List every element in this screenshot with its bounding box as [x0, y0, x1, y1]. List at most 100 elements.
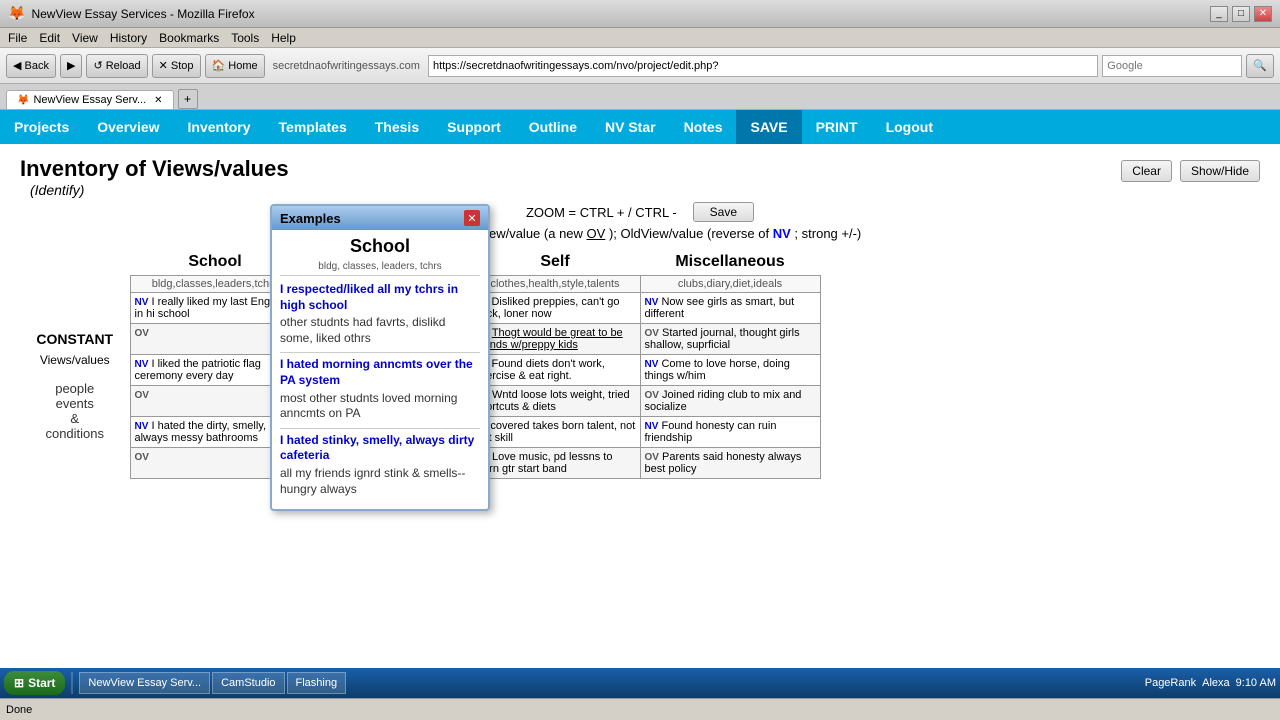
col-header-misc: Miscellaneous: [640, 249, 820, 276]
menu-tools[interactable]: Tools: [231, 31, 259, 45]
nav-menu: Projects Overview Inventory Templates Th…: [0, 110, 1280, 144]
nav-support[interactable]: Support: [433, 110, 515, 144]
status-text: Done: [6, 704, 32, 716]
formula-semi: );: [609, 226, 621, 241]
modal-nv-1: I hated morning anncmts over the PA syst…: [280, 357, 480, 388]
nav-print[interactable]: PRINT: [802, 110, 872, 144]
ov-label-formula: OV: [587, 226, 606, 241]
page-subtitle: (Identify): [30, 182, 84, 198]
tab-newview[interactable]: 🦊 NewView Essay Serv... ✕: [6, 90, 174, 109]
close-btn[interactable]: ✕: [1254, 6, 1272, 22]
cell-text-misc-ov-0: Started journal, thought girls shallow, …: [645, 327, 800, 351]
toolbar: Clear Show/Hide: [1121, 160, 1260, 182]
cell-text-self-ov-0: Thogt would be great to be friends w/pre…: [475, 327, 623, 351]
forward-button[interactable]: ▶: [60, 54, 82, 78]
ov-tag-s0: OV: [135, 328, 149, 339]
tab-label: NewView Essay Serv...: [33, 94, 146, 106]
modal-ov-1: most other studnts loved morning anncmts…: [280, 391, 480, 422]
nav-inventory[interactable]: Inventory: [174, 110, 265, 144]
browser-title: NewView Essay Services - Mozilla Firefox: [31, 7, 254, 21]
left-sublabel: peopleevents&conditions: [24, 381, 126, 441]
ov-tag-misc1: OV: [645, 390, 659, 401]
menu-history[interactable]: History: [110, 31, 147, 45]
examples-modal: Examples ✕ School bldg, classes, leaders…: [270, 204, 490, 511]
minimize-btn[interactable]: _: [1210, 6, 1228, 22]
modal-nv-0: I respected/liked all my tchrs in high s…: [280, 282, 480, 313]
tab-close[interactable]: ✕: [154, 95, 162, 106]
address-label: secretdnaofwritingessays.com: [273, 60, 420, 72]
browser-titlebar: 🦊 NewView Essay Services - Mozilla Firef…: [0, 0, 1280, 28]
modal-divider-1: [280, 428, 480, 429]
subheader-label: [20, 276, 130, 293]
showhide-button[interactable]: Show/Hide: [1180, 160, 1260, 182]
new-tab-button[interactable]: +: [178, 89, 198, 109]
subheader-self: clothes,health,style,talents: [470, 276, 640, 293]
cell-text-self-nv-2: Discovered takes born talent, not just s…: [475, 420, 636, 444]
taskbar-newview[interactable]: NewView Essay Serv...: [79, 672, 210, 694]
menu-bookmarks[interactable]: Bookmarks: [159, 31, 219, 45]
col-header-label: [20, 249, 130, 276]
nav-save[interactable]: SAVE: [736, 110, 801, 144]
stop-button[interactable]: ✕ Stop: [152, 54, 201, 78]
cell-text-school-nv-2: I hated the dirty, smelly, always messy …: [135, 420, 267, 444]
window-controls: _ □ ✕: [1210, 6, 1272, 22]
cell-misc-ov-1: OV Joined riding club to mix and sociali…: [640, 386, 820, 417]
modal-title: Examples: [280, 211, 341, 226]
nav-notes[interactable]: Notes: [670, 110, 737, 144]
nav-thesis[interactable]: Thesis: [361, 110, 433, 144]
address-bar[interactable]: [428, 55, 1098, 77]
ov-tag-s1: OV: [135, 390, 149, 401]
nav-logout[interactable]: Logout: [872, 110, 947, 144]
maximize-btn[interactable]: □: [1232, 6, 1250, 22]
nav-projects[interactable]: Projects: [0, 110, 83, 144]
taskbar-divider: [71, 672, 73, 694]
nv-ref: NV: [773, 226, 791, 241]
back-button[interactable]: ◀ Back: [6, 54, 56, 78]
start-label: Start: [28, 676, 55, 690]
modal-header: Examples ✕: [272, 206, 488, 230]
cell-text-misc-nv-0: Now see girls as smart, but different: [645, 296, 795, 320]
nav-overview[interactable]: Overview: [83, 110, 173, 144]
cell-self-nv-1: NV Found diets don't work, exercise & ea…: [470, 355, 640, 386]
taskbar-flashing[interactable]: Flashing: [287, 672, 347, 694]
main-content: Inventory of Views/values (Identify) Cle…: [0, 144, 1280, 634]
modal-col-title: School: [280, 236, 480, 257]
ov-def-text: OldView/value (reverse of: [621, 226, 773, 241]
taskbar-right: PageRank Alexa 9:10 AM: [1145, 677, 1276, 689]
cell-misc-nv-2: NV Found honesty can ruin friendship: [640, 417, 820, 448]
clear-button[interactable]: Clear: [1121, 160, 1172, 182]
nv-tag-s2: NV: [135, 421, 149, 432]
search-bar[interactable]: [1102, 55, 1242, 77]
menu-file[interactable]: File: [8, 31, 27, 45]
nav-nvstar[interactable]: NV Star: [591, 110, 670, 144]
modal-ov-2: all my friends ignrd stink & smells--hun…: [280, 466, 480, 497]
modal-divider-0: [280, 352, 480, 353]
menu-view[interactable]: View: [72, 31, 98, 45]
ov-tag-misc2: OV: [645, 452, 659, 463]
modal-ov-0: other studnts had favrts, dislikd some, …: [280, 315, 480, 346]
menu-edit[interactable]: Edit: [39, 31, 60, 45]
cell-self-ov-1: OV Wntd loose lots weight, tried shortcu…: [470, 386, 640, 417]
home-button[interactable]: 🏠 Home: [205, 54, 265, 78]
grid-container: School Friends Self Miscellaneous bldg,c…: [20, 249, 1260, 479]
search-button[interactable]: 🔍: [1246, 54, 1274, 78]
modal-close-button[interactable]: ✕: [464, 210, 480, 226]
start-icon: ⊞: [14, 676, 24, 690]
zoom-row: ZOOM = CTRL + / CTRL - Save: [20, 202, 1260, 222]
modal-body: School bldg, classes, leaders, tchrs I r…: [272, 230, 488, 509]
menu-bar: File Edit View History Bookmarks Tools H…: [0, 28, 1280, 48]
modal-subheader: bldg, classes, leaders, tchrs: [280, 261, 480, 276]
cell-text-school-nv-1: I liked the patriotic flag ceremony ever…: [135, 358, 261, 382]
statusbar: Done: [0, 698, 1280, 720]
save-button[interactable]: Save: [693, 202, 754, 222]
nav-templates[interactable]: Templates: [265, 110, 361, 144]
left-label-constant: CONSTANTViews/values: [24, 330, 126, 369]
reload-button[interactable]: ↺ Reload: [86, 54, 147, 78]
nav-outline[interactable]: Outline: [515, 110, 591, 144]
taskbar-camstudio[interactable]: CamStudio: [212, 672, 284, 694]
cell-self-ov-0: OV Thogt would be great to be friends w/…: [470, 324, 640, 355]
start-button[interactable]: ⊞ Start: [4, 671, 65, 695]
menu-help[interactable]: Help: [271, 31, 296, 45]
page-title: Inventory of Views/values: [20, 156, 289, 181]
ov-tag-s2: OV: [135, 452, 149, 463]
